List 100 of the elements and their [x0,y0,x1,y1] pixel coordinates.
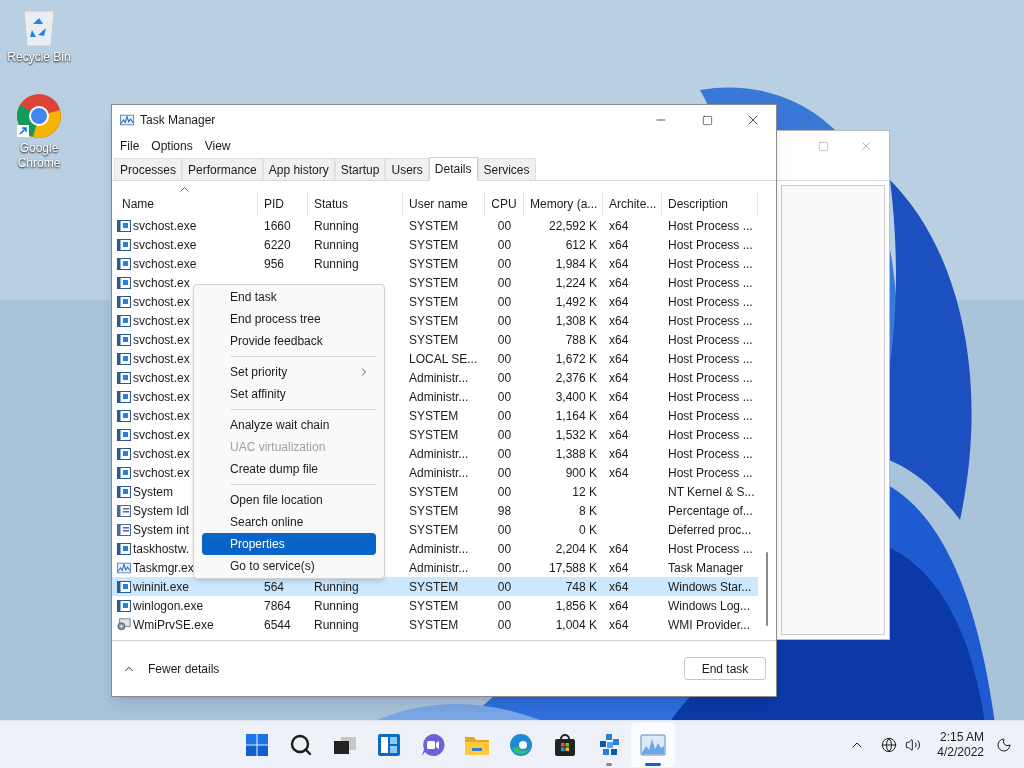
table-cell-text: 00 [497,255,512,273]
table-cell-text: x64 [609,331,629,349]
table-cell-text: svchost.ex [133,445,190,463]
table-cell-text: SYSTEM [409,502,459,520]
widgets-icon[interactable] [376,732,401,757]
fewer-details-button[interactable]: Fewer details [122,656,220,681]
end-task-button[interactable]: End task [684,657,766,680]
browser-icon[interactable] [508,732,533,757]
table-cell-text: 612 K [565,236,597,254]
menu-item[interactable]: Search online [202,511,376,533]
table-cell-text: 956 [264,255,285,273]
table-cell-text: x64 [609,407,629,425]
globe-icon[interactable] [881,736,898,753]
table-cell-text: Administr... [409,445,469,463]
window-icon [117,580,131,593]
chart-icon [120,114,134,126]
table-cell-text: SYSTEM [409,578,459,596]
menu-item[interactable]: Open file location [202,489,376,511]
table-cell-text: NT Kernel & S... [668,483,755,501]
tab[interactable]: Startup [334,158,386,180]
window-icon [117,447,131,460]
table-cell-text: 1,984 K [555,255,597,273]
table-cell-text: 00 [497,331,512,349]
table-cell-text: Host Process ... [668,312,753,330]
tab[interactable]: Users [385,158,429,180]
clock-time[interactable]: 2:15 AM [939,729,984,745]
table-cell-text: System int [133,521,189,539]
table-cell-text: 00 [497,426,512,444]
table-cell-text: x64 [609,559,629,577]
table-cell-text: SYSTEM [409,483,459,501]
table-cell-text: SYSTEM [409,426,459,444]
column-header[interactable]: Status [308,192,403,216]
start-icon[interactable] [245,733,268,756]
table-cell-text: x64 [609,350,629,368]
column-header[interactable]: Name [112,192,258,216]
table-cell-text: Host Process ... [668,274,753,292]
clock-date[interactable]: 4/2/2022 [937,744,984,760]
shopping-bag-icon[interactable] [552,732,577,757]
tab[interactable]: App history [262,158,335,180]
menu-item[interactable]: Create dump file [202,458,376,480]
menu-item[interactable]: View [198,136,237,156]
table-cell-text: 788 K [565,331,597,349]
tab[interactable]: Services [477,158,536,180]
table-cell-text: 564 [264,578,285,596]
task-view-icon[interactable] [332,734,357,755]
menu-item[interactable]: Go to service(s) [202,555,376,577]
table-cell-text: 2,376 K [555,369,597,387]
table-cell-text: 1,164 K [555,407,597,425]
table-cell-text: 00 [497,578,512,596]
table-cell-text: Host Process ... [668,255,753,273]
table-cell-text: Host Process ... [668,426,753,444]
table-cell-text: Deferred proc... [668,521,752,539]
table-cell-text: 12 K [572,483,597,501]
tab[interactable]: Performance [182,158,263,180]
menu-item[interactable]: End task [202,286,376,308]
table-cell-text: SYSTEM [409,312,459,330]
menu-item[interactable]: File [114,136,146,156]
window-icon [117,428,131,441]
window-icon [117,219,131,232]
table-cell-text: x64 [609,616,629,634]
table-cell-text: 1,004 K [555,616,597,634]
menu-item[interactable]: End process tree [202,308,376,330]
tab[interactable]: Details [428,157,478,181]
menu-item[interactable]: Analyze wait chain [202,414,376,436]
table-cell-text: x64 [609,369,629,387]
table-cell-text: Host Process ... [668,464,753,482]
menu-item[interactable]: Set priority [202,361,376,383]
menu-item[interactable]: Set affinity [202,383,376,405]
column-header[interactable]: User name [403,192,485,216]
menu-item[interactable]: Options [145,136,199,156]
scrollbar-thumb[interactable] [765,552,768,626]
moon-icon[interactable] [996,736,1012,753]
table-cell-text: 00 [497,217,512,235]
column-header[interactable]: Description [662,192,758,216]
menu-item[interactable]: Provide feedback [202,330,376,352]
column-header[interactable]: PID [258,192,308,216]
running-indicator [644,762,661,766]
selected-row-highlight[interactable]: wininit.exe 564 Running SYSTEM 00 748 K x64 Windows Star... [112,577,758,596]
menu-item[interactable]: Properties [202,533,376,555]
column-header[interactable]: CPU [485,192,524,216]
table-cell-text: SYSTEM [409,236,459,254]
table-cell-text: svchost.exe [133,217,197,235]
tab[interactable]: Processes [114,158,183,180]
column-header[interactable]: Memory (a... [524,192,603,216]
browser-icon [16,93,62,139]
column-header[interactable]: Archite... [603,192,662,216]
table-cell-text: x64 [609,236,629,254]
sort-caret-icon [180,187,189,192]
table-cell-text: 98 [497,502,512,520]
window-icon [117,314,131,327]
table-cell-text: SYSTEM [409,597,459,615]
search-icon[interactable] [288,732,313,757]
table-cell-text: Administr... [409,540,469,558]
table-cell-text: taskhostw. [133,540,190,558]
table-cell-text: Host Process ... [668,540,753,558]
table-cell-text: SYSTEM [409,521,459,539]
volume-icon[interactable] [905,736,922,753]
chat-icon[interactable] [420,732,445,757]
table-cell-text: 6220 [264,236,291,254]
table-cell-text: 00 [497,616,512,634]
